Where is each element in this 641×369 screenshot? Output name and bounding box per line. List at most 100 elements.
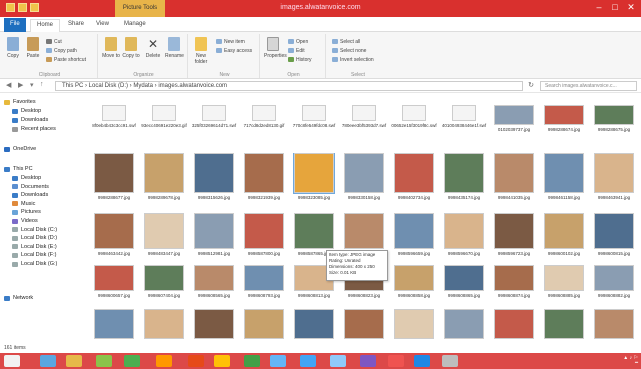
file-item[interactable]: 9998607404.jpg [140, 265, 188, 298]
tab-manage[interactable]: Manage [118, 19, 152, 32]
nav-pc-item[interactable]: Local Disk (F:) [12, 252, 56, 258]
file-item[interactable]: 9998600815.jpg [590, 213, 638, 256]
file-item[interactable] [440, 309, 488, 339]
nav-pc-item[interactable]: Local Disk (E:) [12, 244, 57, 250]
file-item[interactable]: 717cd8d2ed8130.gif [240, 105, 288, 128]
app-icon[interactable] [214, 355, 230, 367]
file-item[interactable]: 9998596723.jpg [490, 213, 538, 256]
file-item[interactable]: 9998402734.jpg [390, 153, 438, 200]
file-item[interactable]: 93ecc40691e220e3.gif [140, 105, 188, 128]
file-item[interactable] [540, 309, 588, 339]
visual-studio-icon[interactable] [360, 355, 376, 367]
file-item[interactable]: 9998608885.jpg [540, 265, 588, 298]
app-icon[interactable] [96, 355, 112, 367]
nav-recent[interactable]: Recent places [12, 126, 56, 132]
close-button[interactable]: ✕ [624, 2, 638, 13]
file-item[interactable]: 9998288677.jpg [90, 153, 138, 200]
file-item[interactable]: 325f03269614d71.swf [190, 105, 238, 128]
file-item[interactable]: 9998441035.jpg [490, 153, 538, 200]
file-item[interactable]: 9998512981.jpg [190, 213, 238, 256]
file-item[interactable]: 9998435174.jpg [440, 153, 488, 200]
app-icon[interactable] [442, 355, 458, 367]
nav-pc-item[interactable]: Local Disk (G:) [12, 261, 57, 267]
refresh-icon[interactable]: ↻ [525, 81, 537, 91]
properties-button[interactable]: Properties [264, 37, 287, 59]
app-icon[interactable] [188, 355, 204, 367]
history-button[interactable]: History [288, 56, 312, 63]
file-item[interactable]: 9998463442.jpg [90, 213, 138, 256]
nav-pc-item[interactable]: Documents [12, 184, 49, 190]
up-icon[interactable]: ↑ [40, 81, 44, 88]
file-item[interactable]: 9998596659.jpg [390, 213, 438, 256]
new-folder-button[interactable]: New folder [192, 37, 210, 65]
tab-view[interactable]: View [90, 19, 115, 32]
move-to-button[interactable]: Move to [102, 37, 120, 59]
file-item[interactable]: 9998608793.jpg [240, 265, 288, 298]
file-item[interactable]: 9998587800.jpg [240, 213, 288, 256]
select-all-button[interactable]: Select all [332, 38, 360, 45]
nav-pc-item[interactable]: Pictures [12, 209, 41, 215]
file-item[interactable] [90, 309, 138, 339]
nav-pc-item[interactable]: Local Disk (C:) [12, 227, 57, 233]
nav-pc-item[interactable]: Local Disk (D:) [12, 235, 57, 241]
app-icon[interactable] [270, 355, 286, 367]
nav-network[interactable]: Network [4, 295, 33, 301]
file-item[interactable]: 9998608865.jpg [440, 265, 488, 298]
system-tray[interactable]: ▲ ♪ ⚐ ━ [623, 356, 638, 366]
start-icon[interactable] [4, 355, 20, 367]
open-button[interactable]: Open [288, 38, 308, 45]
tab-file[interactable]: File [4, 18, 26, 32]
file-item[interactable]: 9998608874.jpg [490, 265, 538, 298]
nav-pc-item[interactable]: Music [12, 201, 35, 207]
select-none-button[interactable]: Select none [332, 47, 366, 54]
search-input[interactable]: Search images.alwatanvoice.c... [540, 81, 637, 91]
file-explorer-icon[interactable] [66, 355, 82, 367]
paste-shortcut-button[interactable]: Paste shortcut [46, 56, 86, 63]
file-item[interactable]: 9998600102.jpg [540, 213, 588, 256]
nav-favorites[interactable]: Favorites [4, 99, 36, 105]
file-item[interactable]: 9998463941.jpg [590, 153, 638, 200]
file-item[interactable]: 0102039737.jpg [490, 105, 538, 132]
app-icon[interactable] [244, 355, 260, 367]
app-icon[interactable] [124, 355, 140, 367]
invert-selection-button[interactable]: Invert selection [332, 56, 374, 63]
nav-pc-item[interactable]: Downloads [12, 192, 48, 198]
app-icon[interactable] [388, 355, 404, 367]
file-item[interactable]: 9998461158.jpg [540, 153, 588, 200]
forward-icon[interactable]: ▶ [18, 81, 23, 89]
nav-pc-item[interactable]: Desktop [12, 175, 41, 181]
file-item[interactable]: 9998608882.jpg [590, 265, 638, 298]
copy-button[interactable]: Copy [4, 37, 22, 59]
file-item[interactable] [490, 309, 538, 339]
file-item[interactable]: 780eee3bf5393d7.swf [340, 105, 388, 128]
paste-button[interactable]: Paste [24, 37, 42, 59]
recent-locations-icon[interactable]: ▾ [30, 81, 34, 89]
file-item[interactable]: 770c8fe549fdc08.swf [290, 105, 338, 128]
new-item-button[interactable]: New item [216, 38, 245, 45]
file-item[interactable]: 9998288674.jpg [540, 105, 588, 132]
file-item[interactable]: 401004938446e1f.swf [440, 105, 488, 128]
file-item[interactable] [340, 309, 388, 339]
file-item[interactable]: 9998321939.jpg [240, 153, 288, 200]
delete-button[interactable]: ✕ Delete [144, 37, 162, 59]
nav-onedrive[interactable]: OneDrive [4, 146, 36, 152]
easy-access-button[interactable]: Easy access [216, 47, 252, 54]
file-item[interactable]: 9998483447.jpg [140, 213, 188, 256]
internet-explorer-icon[interactable] [40, 355, 56, 367]
app-icon[interactable] [330, 355, 346, 367]
file-item[interactable]: 8f0eb4b43c3cc91.swf [90, 105, 138, 128]
file-item[interactable]: 9998600657.jpg [90, 265, 138, 298]
nav-downloads-fav[interactable]: Downloads [12, 117, 48, 123]
rename-button[interactable]: Rename [165, 37, 184, 59]
file-item[interactable]: 9998608565.jpg [190, 265, 238, 298]
file-item[interactable]: 9998288675.jpg [590, 105, 638, 132]
nav-pc-item[interactable]: Videos [12, 218, 38, 224]
file-item[interactable]: 9998289678.jpg [140, 153, 188, 200]
copy-path-button[interactable]: Copy path [46, 47, 77, 54]
tab-share[interactable]: Share [62, 19, 90, 32]
file-item[interactable] [140, 309, 188, 339]
app-icon[interactable] [156, 355, 172, 367]
file-item[interactable]: 9998596670.jpg [440, 213, 488, 256]
file-item[interactable] [290, 309, 338, 339]
cut-button[interactable]: Cut [46, 38, 62, 45]
